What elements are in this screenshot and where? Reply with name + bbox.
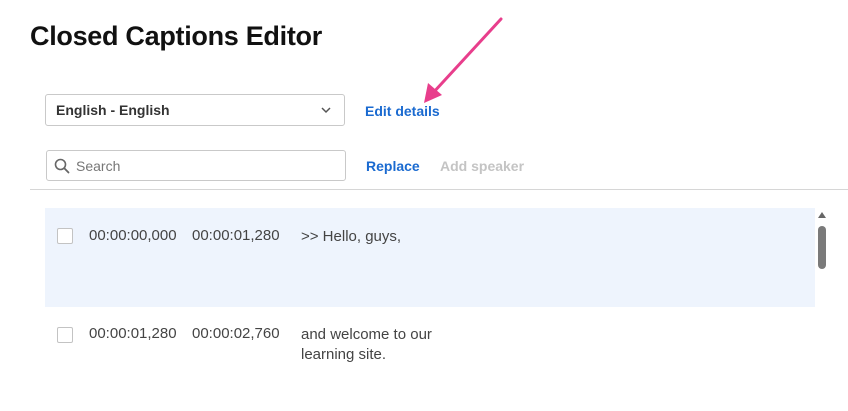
caption-checkbox[interactable] bbox=[57, 228, 73, 244]
closed-captions-editor: Closed Captions Editor English - English… bbox=[0, 0, 848, 411]
caption-text[interactable]: and welcome to our learning site. bbox=[301, 325, 481, 365]
caption-checkbox[interactable] bbox=[57, 327, 73, 343]
caption-row[interactable]: 00:00:01,280 00:00:02,760 and welcome to… bbox=[45, 307, 815, 411]
edit-details-link[interactable]: Edit details bbox=[365, 103, 440, 119]
chevron-down-icon bbox=[321, 107, 331, 114]
search-icon bbox=[54, 158, 70, 173]
replace-button[interactable]: Replace bbox=[366, 158, 420, 174]
scroll-up-arrow-icon[interactable] bbox=[818, 212, 826, 218]
search-input[interactable] bbox=[76, 151, 345, 180]
caption-end-time[interactable]: 00:00:02,760 bbox=[192, 325, 280, 342]
add-speaker-button[interactable]: Add speaker bbox=[440, 158, 524, 174]
scrollbar[interactable] bbox=[815, 208, 830, 411]
caption-start-time[interactable]: 00:00:01,280 bbox=[89, 325, 177, 342]
search-box[interactable] bbox=[46, 150, 346, 181]
page-title: Closed Captions Editor bbox=[30, 21, 322, 51]
captions-list: 00:00:00,000 00:00:01,280 >> Hello, guys… bbox=[45, 208, 815, 411]
language-select[interactable]: English - English bbox=[45, 94, 345, 126]
scrollbar-thumb[interactable] bbox=[818, 226, 826, 269]
caption-text[interactable]: >> Hello, guys, bbox=[301, 227, 481, 247]
caption-start-time[interactable]: 00:00:00,000 bbox=[89, 227, 177, 244]
caption-end-time[interactable]: 00:00:01,280 bbox=[192, 227, 280, 244]
caption-row[interactable]: 00:00:00,000 00:00:01,280 >> Hello, guys… bbox=[45, 208, 815, 307]
language-select-value: English - English bbox=[56, 102, 170, 118]
divider bbox=[30, 189, 848, 190]
